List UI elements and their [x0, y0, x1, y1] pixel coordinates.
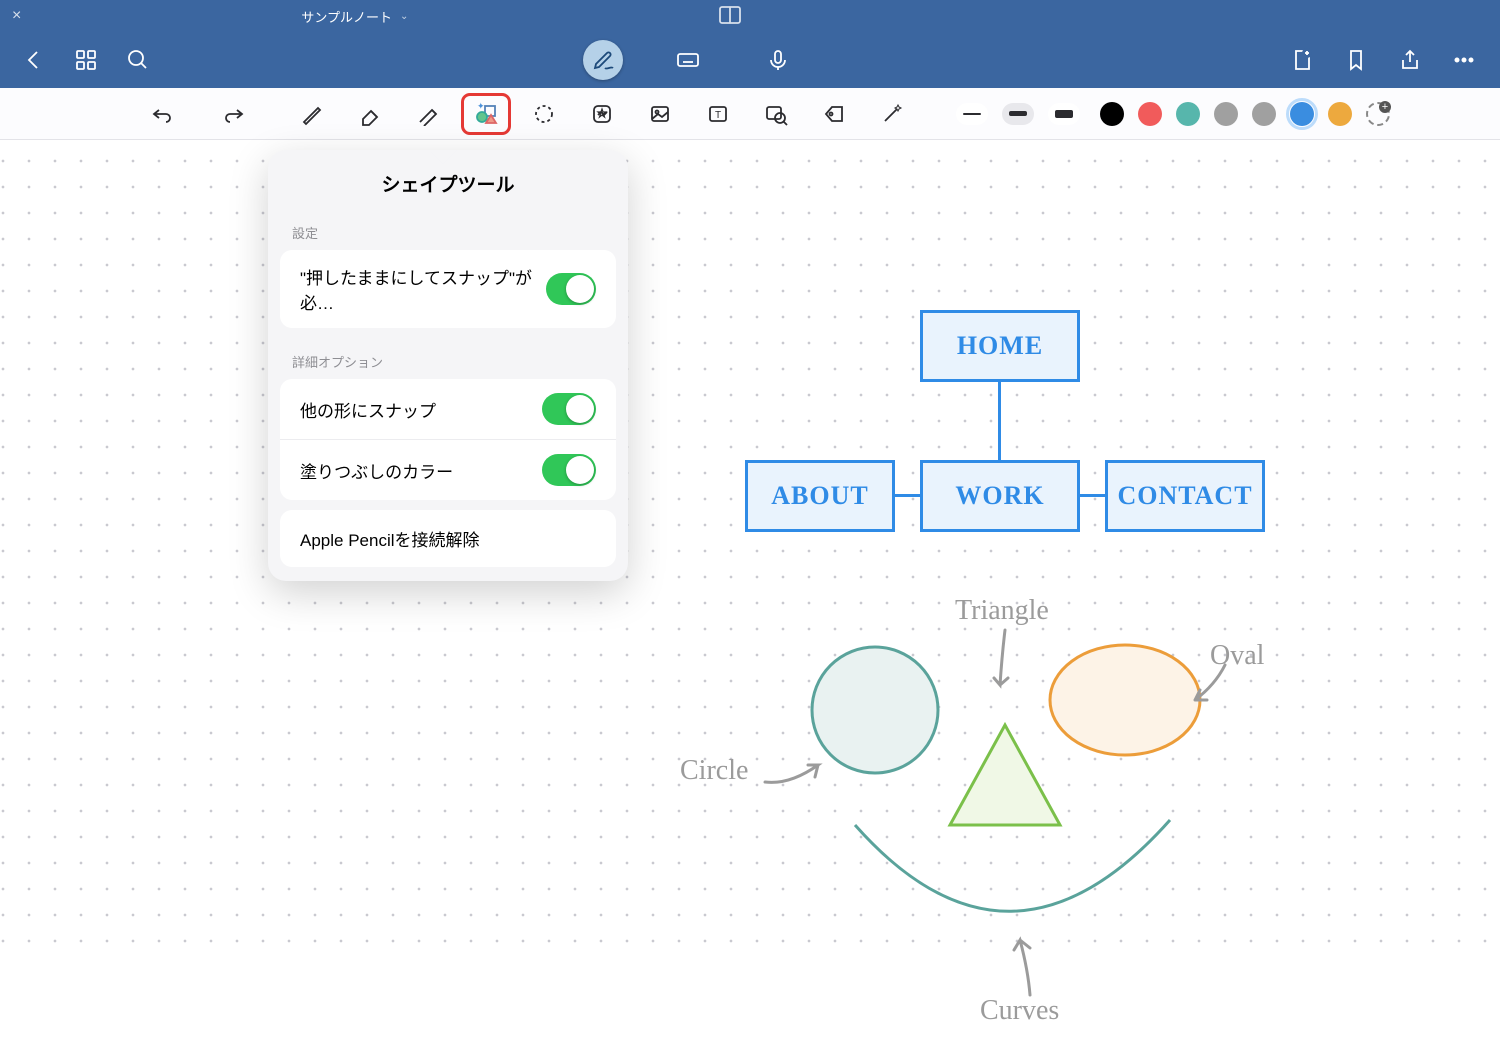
toggle-fill-color[interactable]	[542, 454, 596, 486]
back-button[interactable]	[20, 46, 48, 74]
flow-box-contact: CONTACT	[1105, 460, 1265, 532]
label-triangle: Triangle	[955, 595, 1049, 627]
popover-row-hold-snap[interactable]: "押したままにしてスナップ"が必…	[280, 250, 616, 328]
label-curves: Curves	[980, 995, 1059, 1027]
toggle-snap-other[interactable]	[542, 393, 596, 425]
topbar-right-group	[1290, 48, 1476, 77]
popover-section-advanced: 詳細オプション	[268, 338, 628, 379]
popover-title: シェイプツール	[268, 150, 628, 209]
new-page-icon[interactable]	[1290, 48, 1314, 77]
stroke-medium[interactable]	[1002, 103, 1034, 125]
color-red[interactable]	[1138, 102, 1162, 126]
popover-disconnect-pencil[interactable]: Apple Pencilを接続解除	[280, 510, 616, 567]
lasso-tool[interactable]	[520, 94, 568, 134]
pen-tool[interactable]	[288, 94, 336, 134]
split-view-icon[interactable]	[718, 3, 742, 30]
note-title-label: サンプルノート	[301, 7, 392, 26]
shape-tool[interactable]: ✦	[462, 94, 510, 134]
popover-row-fill-color[interactable]: 塗りつぶしのカラー	[280, 440, 616, 500]
sticker-tool[interactable]	[578, 94, 626, 134]
shape-tool-popover: シェイプツール 設定 "押したままにしてスナップ"が必… 詳細オプション 他の形…	[268, 150, 628, 581]
color-orange[interactable]	[1328, 102, 1352, 126]
color-black[interactable]	[1100, 102, 1124, 126]
svg-text:T: T	[715, 110, 721, 121]
undo-button[interactable]	[138, 94, 186, 134]
color-teal[interactable]	[1176, 102, 1200, 126]
zoom-tool[interactable]	[752, 94, 800, 134]
popover-row-snap-other[interactable]: 他の形にスナップ	[280, 379, 616, 440]
tag-tool[interactable]	[810, 94, 858, 134]
more-icon[interactable]	[1452, 48, 1476, 77]
stroke-thick[interactable]	[1048, 103, 1080, 125]
label-circle: Circle	[680, 755, 748, 787]
canvas[interactable]: HOME ABOUT WORK CONTACT Triangle Oval Ci…	[0, 140, 1500, 962]
chevron-down-icon: ⌄	[400, 11, 408, 22]
color-blue[interactable]	[1290, 102, 1314, 126]
note-title[interactable]: サンプルノート ⌄	[301, 7, 408, 26]
mic-icon[interactable]	[766, 48, 790, 77]
bookmark-icon[interactable]	[1344, 48, 1368, 77]
eraser-tool[interactable]	[346, 94, 394, 134]
flow-box-work: WORK	[920, 460, 1080, 532]
color-add-button[interactable]	[1366, 102, 1390, 126]
flow-box-about: ABOUT	[745, 460, 895, 532]
close-icon[interactable]: ×	[12, 7, 21, 25]
flow-box-home: HOME	[920, 310, 1080, 382]
label-oval: Oval	[1210, 640, 1264, 672]
title-bar: × サンプルノート ⌄	[0, 0, 1500, 32]
color-gray2[interactable]	[1252, 102, 1276, 126]
color-gray1[interactable]	[1214, 102, 1238, 126]
text-tool[interactable]: T	[694, 94, 742, 134]
toggle-hold-snap[interactable]	[546, 273, 596, 305]
share-icon[interactable]	[1398, 48, 1422, 77]
grid-icon[interactable]	[72, 46, 100, 74]
tool-bar: ✦ T	[0, 88, 1500, 140]
pen-mode-button[interactable]	[583, 40, 623, 80]
keyboard-icon[interactable]	[676, 48, 700, 77]
stroke-thin[interactable]	[956, 103, 988, 125]
top-bar	[0, 32, 1500, 88]
svg-text:✦: ✦	[477, 102, 485, 111]
highlighter-tool[interactable]	[404, 94, 452, 134]
search-icon[interactable]	[124, 46, 152, 74]
popover-section-settings: 設定	[268, 209, 628, 250]
wand-tool[interactable]	[868, 94, 916, 134]
stroke-width-group	[956, 103, 1080, 125]
image-tool[interactable]	[636, 94, 684, 134]
color-swatch-group	[1100, 102, 1390, 126]
redo-button[interactable]	[210, 94, 258, 134]
